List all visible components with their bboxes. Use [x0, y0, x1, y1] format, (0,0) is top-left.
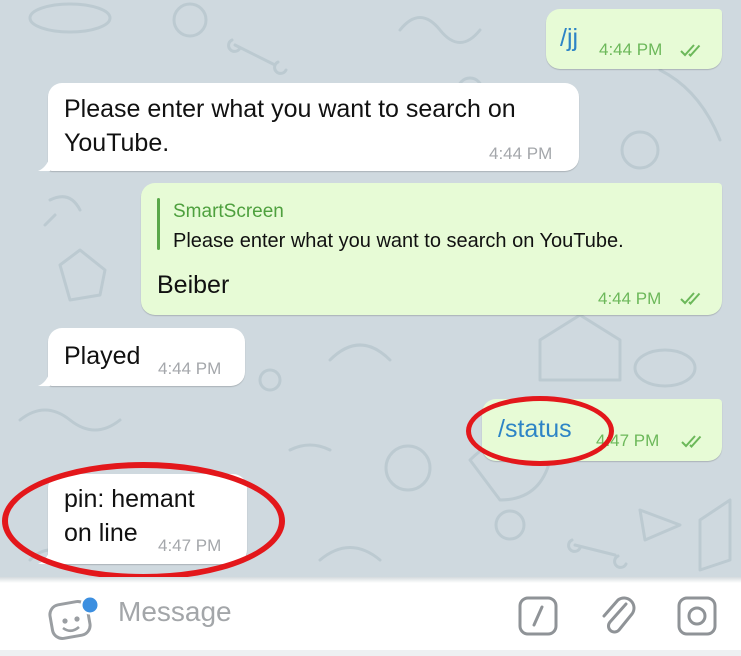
message-input-bar: Message	[0, 577, 741, 656]
bubble-tail	[38, 372, 50, 386]
attach-paperclip-icon[interactable]	[598, 594, 638, 638]
outgoing-message[interactable]: /jj 4:44 PM	[546, 9, 722, 69]
chat-area[interactable]: /jj 4:44 PM Please enter what you want t…	[0, 0, 741, 577]
message-time: 4:44 PM	[598, 289, 662, 308]
message-time: 4:44 PM	[599, 40, 663, 59]
reply-quote-bar	[157, 198, 160, 250]
bot-command-link[interactable]: /status	[498, 414, 572, 445]
message-text: YouTube.	[64, 129, 170, 157]
message-text: Played	[64, 342, 141, 370]
input-bar-shadow	[0, 577, 741, 583]
message-text: pin: hemant	[64, 485, 195, 513]
message-text: on line	[64, 519, 138, 547]
outgoing-message[interactable]: /status 4:47 PM	[482, 399, 722, 461]
message-time: 4:44 PM	[489, 144, 553, 163]
message-time: 4:47 PM	[596, 431, 660, 450]
bubble-tail	[38, 550, 50, 564]
reply-quote-name[interactable]: SmartScreen	[173, 201, 284, 223]
incoming-message[interactable]: Played 4:44 PM	[48, 328, 245, 386]
message-time: 4:47 PM	[158, 536, 222, 555]
double-check-icon	[681, 435, 702, 448]
message-text: Beiber	[157, 271, 230, 299]
double-check-icon	[680, 292, 701, 305]
bubble-tail	[38, 157, 50, 171]
incoming-message[interactable]: Please enter what you want to search on …	[48, 83, 579, 171]
sticker-icon[interactable]	[48, 593, 100, 641]
message-time: 4:44 PM	[158, 359, 222, 378]
reply-quote-text[interactable]: Please enter what you want to search on …	[173, 230, 624, 253]
message-input[interactable]: Message	[118, 596, 232, 628]
outgoing-reply-message[interactable]: SmartScreen Please enter what you want t…	[141, 183, 722, 315]
double-check-icon	[680, 44, 701, 57]
incoming-message[interactable]: pin: hemant on line 4:47 PM	[48, 474, 247, 564]
message-text: Please enter what you want to search on	[64, 95, 516, 123]
camera-icon[interactable]	[677, 596, 717, 636]
bot-command-link[interactable]: /jj	[560, 23, 578, 54]
bottom-divider	[0, 650, 741, 656]
bot-command-icon[interactable]	[518, 596, 558, 636]
